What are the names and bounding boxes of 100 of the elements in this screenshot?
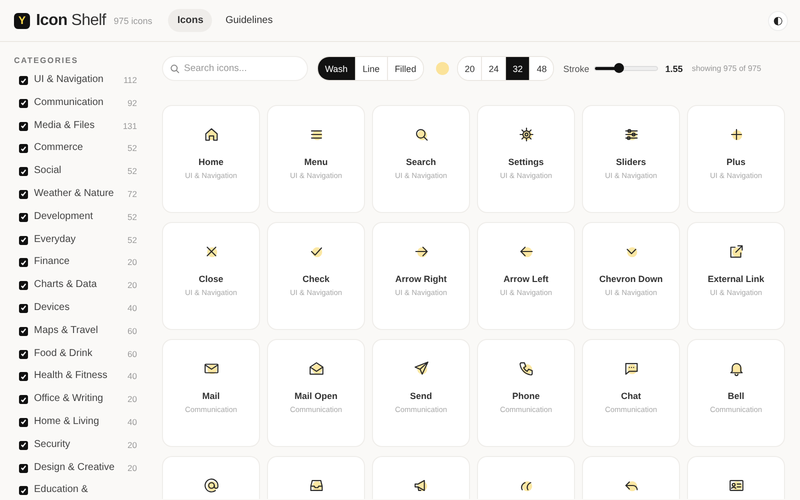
icon-count: 975 icons xyxy=(114,16,152,26)
category-count: 20 xyxy=(126,393,137,406)
category-count: 40 xyxy=(126,302,137,315)
checkbox[interactable] xyxy=(19,372,28,382)
icon-name: Phone xyxy=(512,391,540,401)
brand-name: Icon xyxy=(36,12,68,30)
section-title: CATEGORIES xyxy=(14,56,80,65)
icon-name: Mail Open xyxy=(294,391,338,401)
category-count: 40 xyxy=(126,416,137,429)
icon-name: Search xyxy=(406,157,436,167)
nav-tab[interactable]: Icons xyxy=(168,9,212,32)
icon-name: Settings xyxy=(508,157,544,167)
category-label[interactable]: Finance xyxy=(34,256,120,268)
checkbox[interactable] xyxy=(19,190,28,199)
category-label[interactable]: Commerce xyxy=(34,142,120,154)
icon-name: Arrow Right xyxy=(395,274,447,284)
search-field[interactable]: Search icons... xyxy=(162,56,308,81)
nav-tab[interactable]: Guidelines xyxy=(216,9,282,32)
category-count: 52 xyxy=(126,142,137,156)
search-icon xyxy=(170,64,180,74)
home-icon xyxy=(202,126,220,143)
checkbox[interactable] xyxy=(19,326,28,336)
checkbox[interactable] xyxy=(19,440,28,450)
stroke-value: 1.55 xyxy=(665,64,683,74)
checkbox[interactable] xyxy=(19,395,28,404)
category-label[interactable]: Maps & Travel xyxy=(34,324,120,337)
checkbox[interactable] xyxy=(19,258,28,268)
category-label[interactable]: UI & Navigation xyxy=(34,74,120,86)
external-link-icon xyxy=(728,243,744,260)
category-count: 72 xyxy=(126,188,137,201)
open-envelope-icon xyxy=(308,360,324,377)
category-count: 60 xyxy=(126,348,137,361)
category-label[interactable]: Health & Fitness xyxy=(34,370,120,382)
checkbox[interactable] xyxy=(19,464,28,473)
phone-icon xyxy=(518,360,534,377)
category-count: 52 xyxy=(126,165,137,178)
inbox-icon xyxy=(308,477,324,494)
category-count: 52 xyxy=(126,210,137,224)
size-option[interactable]: 20 xyxy=(458,57,482,80)
category-count: 112 xyxy=(122,74,137,87)
checkbox[interactable] xyxy=(19,144,28,154)
category-count: 92 xyxy=(126,96,137,110)
checkbox[interactable] xyxy=(19,212,28,222)
category-label[interactable]: Design & Creative xyxy=(34,462,120,474)
category-label[interactable]: Charts & Data xyxy=(34,279,120,292)
checkbox[interactable] xyxy=(19,418,28,427)
category-count: 20 xyxy=(126,256,137,270)
category-label[interactable]: Office & Writing xyxy=(34,393,120,406)
checkbox[interactable] xyxy=(19,98,28,108)
checkbox[interactable] xyxy=(19,281,28,290)
icon-name: Send xyxy=(410,391,432,401)
category-label[interactable]: Communication xyxy=(34,96,120,109)
category-label[interactable]: Everyday xyxy=(34,234,120,246)
category-label[interactable]: Security xyxy=(34,438,120,451)
brand-name: Shelf xyxy=(71,12,106,30)
category-label[interactable]: Education & xyxy=(34,484,120,496)
category-label[interactable]: Home & Living xyxy=(34,416,120,428)
checkbox[interactable] xyxy=(19,76,28,85)
icon-name: Check xyxy=(302,274,330,284)
category-count: 20 xyxy=(126,462,137,475)
checkbox[interactable] xyxy=(19,304,28,313)
stroke-label: Stroke xyxy=(563,64,590,74)
icon-name: Chat xyxy=(621,391,641,401)
logo-icon: Y xyxy=(14,12,30,28)
checkbox[interactable] xyxy=(19,350,28,359)
theme-toggle[interactable]: ◐ xyxy=(768,10,788,30)
icon-name: Bell xyxy=(728,391,744,401)
id-card-icon xyxy=(728,477,744,494)
checkbox[interactable] xyxy=(19,486,28,496)
style-option[interactable]: Wash xyxy=(318,57,356,80)
size-option[interactable]: 32 xyxy=(506,57,530,80)
checkbox[interactable] xyxy=(19,122,28,131)
category-count: 60 xyxy=(126,324,137,338)
category-count: 20 xyxy=(126,438,137,452)
speech-bubble-icon xyxy=(622,360,640,377)
checkbox[interactable] xyxy=(19,167,28,176)
icon-name: Menu xyxy=(304,157,328,167)
color-swatch[interactable] xyxy=(436,62,450,75)
icon-name: Arrow Left xyxy=(504,274,548,284)
category-label[interactable]: Media & Files xyxy=(34,120,120,132)
icon-name: Close xyxy=(198,274,224,284)
paper-plane-icon xyxy=(412,360,430,377)
category-count: 20 xyxy=(126,279,137,292)
icon-name: Plus xyxy=(726,157,746,167)
icon-name: Chevron Down xyxy=(599,274,663,284)
stroke-slider[interactable] xyxy=(594,66,658,71)
category-label[interactable]: Weather & Nature xyxy=(34,188,120,200)
category-count: 40 xyxy=(126,370,137,384)
icon-name: Sliders xyxy=(616,157,646,167)
icon-name: External Link xyxy=(708,274,764,284)
category-label[interactable]: Development xyxy=(34,210,120,223)
megaphone-icon xyxy=(412,477,430,494)
category-label[interactable]: Food & Drink xyxy=(34,348,120,360)
sliders-icon xyxy=(622,126,640,143)
category-label[interactable]: Devices xyxy=(34,302,120,314)
checkbox[interactable] xyxy=(19,236,28,245)
bell-icon xyxy=(728,360,744,377)
category-label[interactable]: Social xyxy=(34,165,120,178)
category-count: 52 xyxy=(126,234,137,247)
at-sign-icon xyxy=(202,477,220,494)
